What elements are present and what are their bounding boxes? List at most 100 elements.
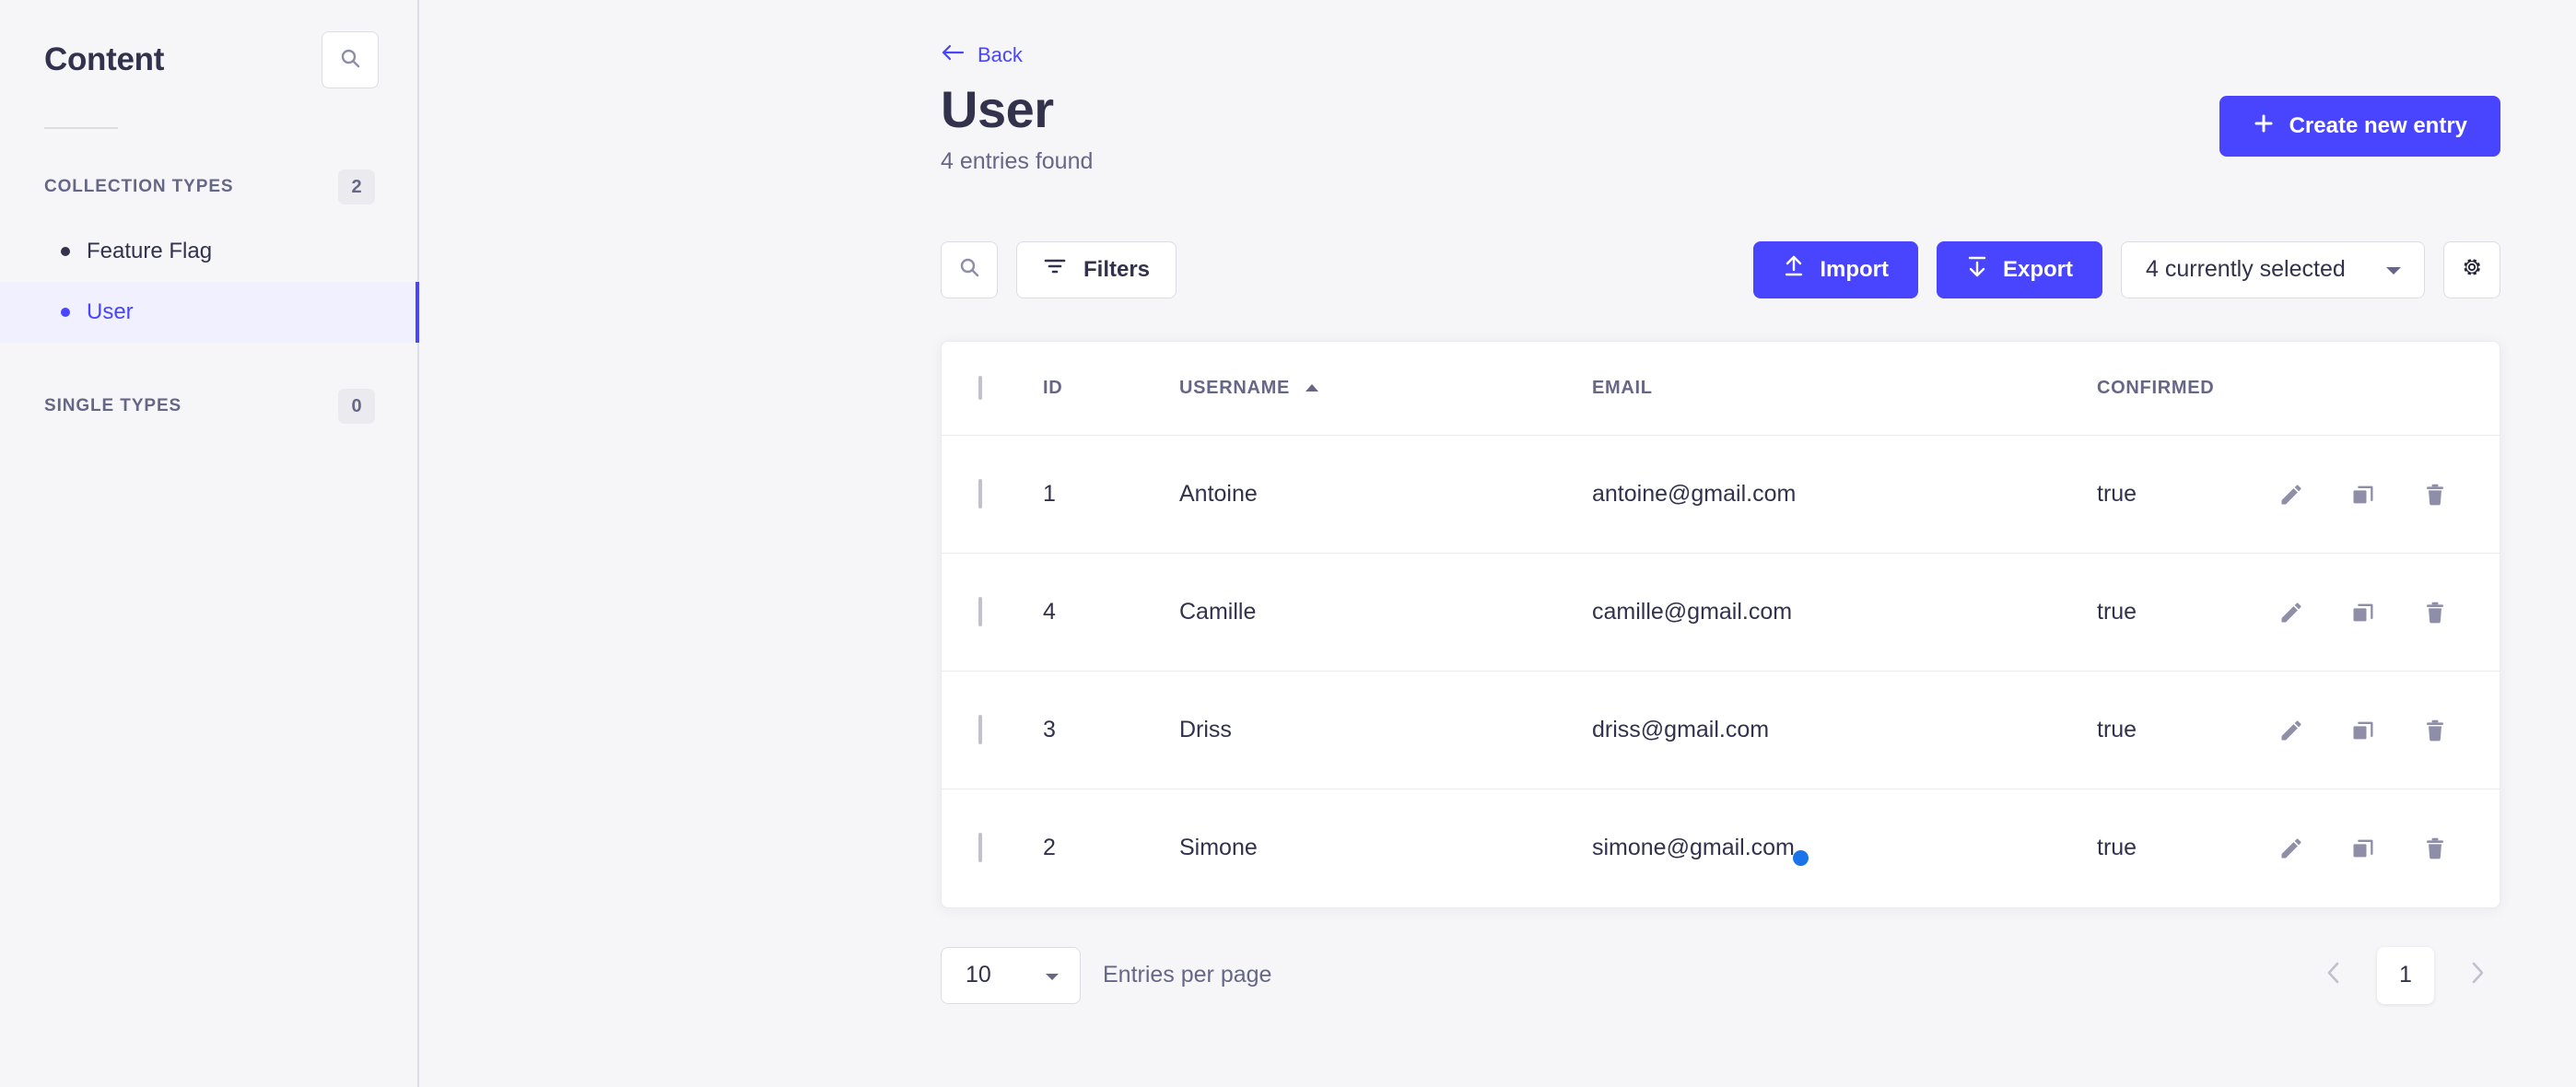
duplicate-icon[interactable]: [2350, 600, 2376, 625]
duplicate-icon[interactable]: [2350, 836, 2376, 861]
cell-confirmed: true: [2097, 553, 2195, 672]
entries-found-label: 4 entries found: [941, 147, 1094, 174]
cell-username: Antoine: [1179, 435, 1592, 555]
gear-icon: [2460, 255, 2484, 284]
edit-icon[interactable]: [2278, 836, 2304, 861]
cell-id: 2: [1043, 835, 1056, 861]
sidebar-group-count-badge: 2: [338, 169, 375, 205]
delete-icon[interactable]: [2422, 836, 2448, 861]
delete-icon[interactable]: [2422, 482, 2448, 508]
cell-email: camille@gmail.com: [1592, 553, 2097, 672]
table-row[interactable]: 1 Antoine antoine@gmail.com true: [942, 435, 2500, 555]
bulk-selection-value: 4 currently selected: [2146, 256, 2346, 283]
row-select-cell: [942, 671, 1043, 790]
table-settings-button[interactable]: [2443, 240, 2500, 298]
column-header-confirmed[interactable]: CONFIRMED: [2097, 341, 2214, 437]
create-new-entry-button[interactable]: Create new entry: [2219, 96, 2500, 157]
column-header-email[interactable]: EMAIL: [1592, 341, 2097, 437]
import-button[interactable]: Import: [1753, 240, 1918, 298]
delete-icon[interactable]: [2422, 600, 2448, 625]
cell-email: simone@gmail.com: [1592, 835, 1795, 861]
sidebar-group-single-types-header: SINGLE TYPES 0: [0, 343, 417, 424]
filters-button[interactable]: Filters: [1016, 240, 1177, 298]
sidebar-group-count-badge: 0: [338, 389, 375, 424]
duplicate-icon[interactable]: [2350, 482, 2376, 508]
pagination-page-1[interactable]: 1: [2377, 946, 2434, 1004]
table-header-row: ID USERNAME EMAIL CONFIRMED: [942, 341, 2500, 437]
row-checkbox[interactable]: [978, 833, 982, 863]
cell-confirmed: true: [2097, 671, 2195, 790]
upload-icon: [1783, 254, 1805, 285]
pagination: 1: [2311, 946, 2500, 1004]
pagination-prev-button[interactable]: [2311, 953, 2357, 999]
chevron-right-icon: [2468, 960, 2487, 990]
row-select-cell: [942, 435, 1043, 555]
sidebar-collection-types-list: Feature Flag User: [0, 221, 419, 343]
cell-actions: [2195, 671, 2500, 790]
column-header-label: USERNAME: [1179, 377, 1291, 398]
cell-actions: [2195, 789, 2500, 907]
row-checkbox[interactable]: [978, 715, 982, 745]
pagination-page-label: 1: [2399, 962, 2412, 988]
cell-id: 4: [1043, 553, 1179, 672]
column-header-id[interactable]: ID: [1043, 341, 1179, 437]
column-header-label: CONFIRMED: [2097, 377, 2215, 398]
table-row[interactable]: 2 Simone simone@gmail.com true: [942, 789, 2500, 907]
column-header-username[interactable]: USERNAME: [1179, 341, 1592, 437]
cell-confirmed: true: [2097, 835, 2137, 861]
app-root: Content COLLECTION TYPES 2 Feature Flag: [0, 0, 2576, 1087]
table-body: 1 Antoine antoine@gmail.com true 4 Camille cam…: [942, 435, 2500, 907]
chevron-left-icon: [2324, 960, 2343, 990]
cell-id: 1: [1043, 435, 1179, 555]
entries-per-page-select[interactable]: 10: [941, 946, 1081, 1004]
sidebar-item-feature-flag[interactable]: Feature Flag: [0, 221, 417, 282]
download-icon: [1966, 254, 1988, 285]
import-label: Import: [1820, 256, 1889, 282]
bullet-icon: [61, 247, 70, 256]
pagination-next-button[interactable]: [2454, 953, 2500, 999]
column-header-label: EMAIL: [1592, 377, 1653, 398]
table-row[interactable]: 4 Camille camille@gmail.com true: [942, 553, 2500, 672]
plus-icon: [2253, 112, 2275, 141]
sidebar-group-collection-types-header: COLLECTION TYPES 2: [0, 129, 417, 205]
cell-id: 3: [1043, 671, 1179, 790]
bulk-selection-select[interactable]: 4 currently selected: [2121, 240, 2425, 298]
table-search-button[interactable]: [941, 240, 998, 298]
duplicate-icon[interactable]: [2350, 718, 2376, 743]
row-checkbox[interactable]: [978, 597, 982, 627]
caret-up-icon[interactable]: [1305, 378, 1319, 399]
edit-icon[interactable]: [2278, 600, 2304, 625]
table-footer: 10 Entries per page 1: [419, 946, 2576, 1004]
sidebar-item-label: Feature Flag: [87, 239, 213, 263]
chevron-down-icon: [1043, 962, 1061, 988]
back-link-label: Back: [978, 43, 1023, 66]
page-header-text: User 4 entries found: [941, 80, 1094, 175]
main-content: Back User 4 entries found Create new ent…: [419, 0, 2576, 1087]
entries-per-page-value: 10: [966, 962, 991, 988]
edit-icon[interactable]: [2278, 718, 2304, 743]
select-all-checkbox[interactable]: [978, 375, 982, 400]
toolbar-left-group: Filters: [941, 240, 1177, 298]
sidebar-group-label: COLLECTION TYPES: [44, 177, 234, 196]
delete-icon[interactable]: [2422, 718, 2448, 743]
sidebar-item-label: User: [87, 299, 134, 324]
back-link[interactable]: Back: [941, 42, 1023, 68]
cell-username: Driss: [1179, 671, 1592, 790]
cell-username: Camille: [1179, 553, 1592, 672]
sidebar-item-user[interactable]: User: [0, 282, 419, 343]
row-select-cell: [942, 789, 1043, 907]
entries-per-page-group: 10 Entries per page: [941, 946, 1271, 1004]
arrow-left-icon: [941, 42, 965, 68]
cell-email: antoine@gmail.com: [1592, 435, 2097, 555]
export-label: Export: [2002, 256, 2073, 282]
entries-table: ID USERNAME EMAIL CONFIRMED 1 Antoine an…: [942, 341, 2500, 907]
bullet-icon: [61, 308, 70, 317]
entries-table-card: ID USERNAME EMAIL CONFIRMED 1 Antoine an…: [941, 340, 2500, 908]
sidebar-search-button[interactable]: [322, 31, 379, 88]
export-button[interactable]: Export: [1936, 240, 2102, 298]
table-row[interactable]: 3 Driss driss@gmail.com true: [942, 671, 2500, 790]
row-checkbox[interactable]: [978, 479, 982, 509]
sidebar-group-label: SINGLE TYPES: [44, 396, 182, 415]
page-header: User 4 entries found Create new entry: [419, 68, 2576, 175]
edit-icon[interactable]: [2278, 482, 2304, 508]
